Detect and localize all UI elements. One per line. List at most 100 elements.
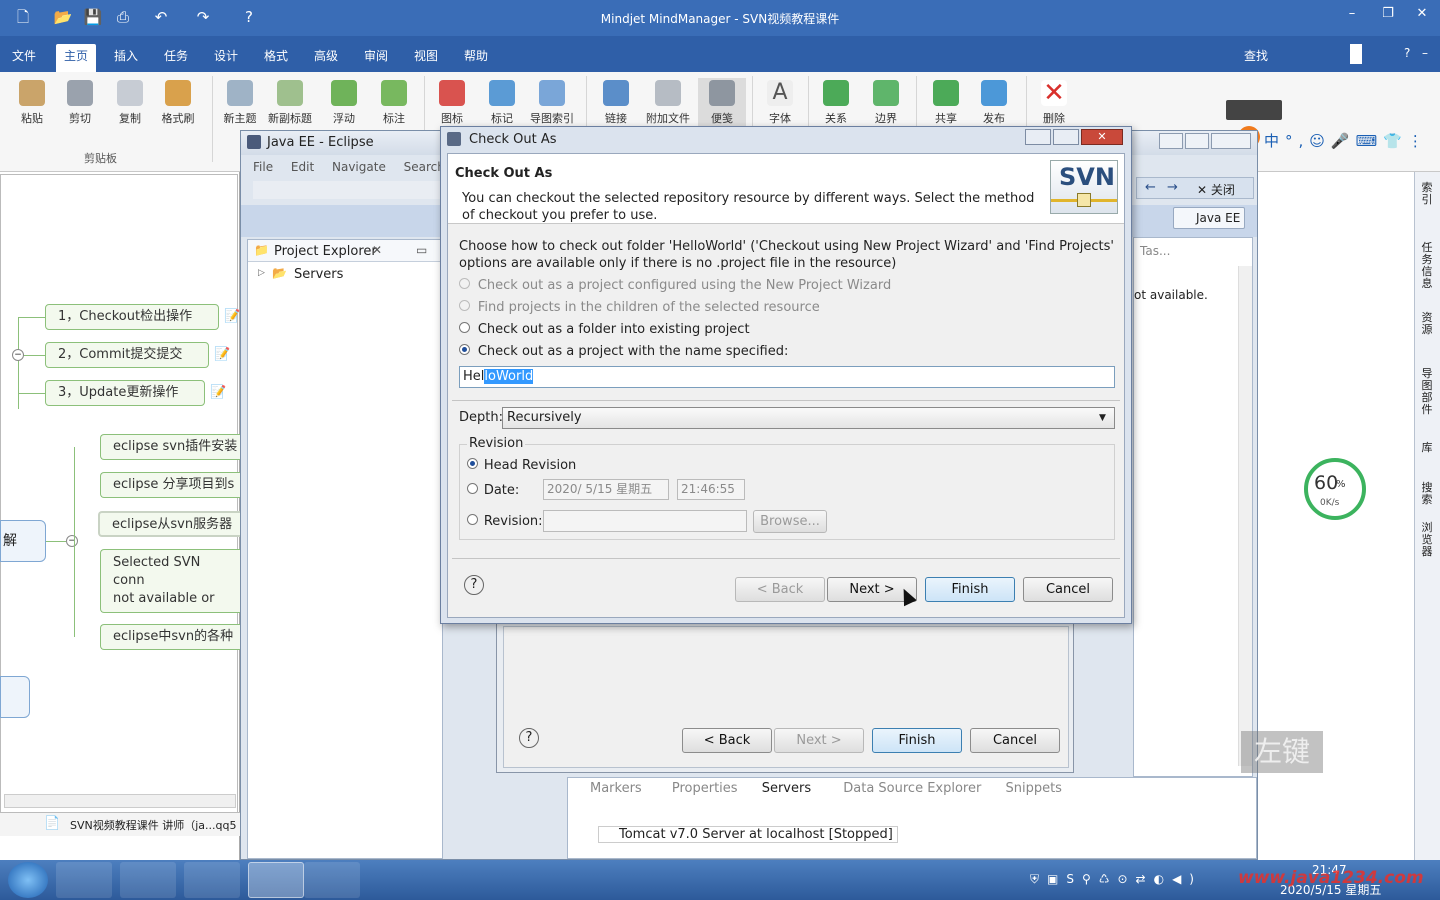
help-icon[interactable]: ?	[1404, 46, 1410, 60]
mindmap-node[interactable]: 2，Commit提交提交	[45, 342, 209, 368]
tab-help[interactable]: 帮助	[456, 44, 496, 72]
option-project-with-name[interactable]: Check out as a project with the name spe…	[459, 344, 788, 359]
layout-icon[interactable]	[1350, 44, 1362, 64]
restore-icon[interactable]: ❐	[1374, 4, 1402, 24]
menu-edit[interactable]: Edit	[291, 160, 314, 174]
menu-file[interactable]: File	[253, 160, 273, 174]
callout-button[interactable]: 标注	[370, 78, 418, 136]
note-icon[interactable]: 📝	[214, 347, 230, 362]
server-entry[interactable]: Tomcat v7.0 Server at localhost [Stopped…	[598, 826, 898, 843]
ime-toolbar[interactable]	[1226, 100, 1282, 120]
menu-search[interactable]: Search	[404, 160, 445, 174]
close-view-button[interactable]: ✕ 关闭	[1197, 181, 1235, 198]
cut-button[interactable]: 剪切	[56, 78, 104, 136]
date-picker[interactable]: 2020/ 5/15 星期五	[543, 479, 669, 500]
help-icon[interactable]: ?	[464, 575, 484, 595]
tab-advanced[interactable]: 高级	[306, 44, 346, 72]
network-widget[interactable]: 60% 0K/s	[1304, 458, 1366, 520]
back-button[interactable]: < Back	[682, 728, 772, 753]
minimize-icon[interactable]	[1159, 133, 1183, 149]
mindmap-node[interactable]: eclipse 分享项目到s	[100, 472, 240, 498]
tab-snippets[interactable]: Snippets	[1005, 781, 1061, 796]
time-picker[interactable]: 21:46:55	[677, 479, 745, 500]
collapse-icon[interactable]: −	[66, 535, 78, 547]
mindmap-node[interactable]: eclipse svn插件安装	[100, 434, 240, 460]
tab-properties[interactable]: Properties	[672, 781, 738, 796]
tab-home[interactable]: 主页	[56, 44, 97, 72]
next-button[interactable]: Next >	[774, 728, 864, 753]
option-new-project-wizard[interactable]: Check out as a project configured using …	[459, 278, 891, 293]
taskbar-app-photos[interactable]	[56, 862, 112, 898]
mindmap-node[interactable]: eclipse中svn的各种	[100, 624, 240, 650]
tree-item[interactable]: Servers	[294, 267, 343, 282]
tab-view[interactable]: 视图	[406, 44, 446, 72]
note-icon[interactable]: 📝	[210, 385, 226, 400]
radio-button[interactable]	[467, 483, 478, 494]
cancel-button[interactable]: Cancel	[970, 728, 1060, 753]
side-tab-task[interactable]: 任务信息	[1419, 242, 1435, 290]
close-icon[interactable]: ✕	[1081, 129, 1123, 145]
side-tab-search[interactable]: 搜索	[1419, 482, 1435, 506]
head-revision-option[interactable]: Head Revision	[467, 458, 576, 473]
format-painter-button[interactable]: 格式刷	[154, 78, 202, 136]
copy-button[interactable]: 复制	[106, 78, 154, 136]
taskbar-app-mindmanager[interactable]	[120, 862, 176, 898]
mindmap-node-selected[interactable]: eclipse从svn服务器	[98, 511, 240, 537]
close-icon[interactable]: ✕	[372, 243, 382, 257]
expand-icon[interactable]: ▷	[258, 268, 265, 278]
new-topic-button[interactable]: 新主题	[216, 78, 264, 136]
view-tab[interactable]: 📁 Project Explorer ✕ ▭	[248, 240, 442, 262]
help-icon[interactable]: ?	[519, 728, 539, 748]
finish-button[interactable]: Finish	[872, 728, 962, 753]
floating-button[interactable]: 浮动	[320, 78, 368, 136]
radio-button[interactable]	[459, 344, 470, 355]
menu-navigate[interactable]: Navigate	[332, 160, 386, 174]
tasks-tab[interactable]: Tas...	[1140, 244, 1170, 258]
side-tab-resources[interactable]: 资源	[1419, 312, 1435, 336]
side-tab-browser[interactable]: 浏览器	[1419, 522, 1435, 558]
topic-box[interactable]	[0, 676, 30, 718]
radio-button[interactable]	[467, 514, 478, 525]
mindmap-node[interactable]: 1，Checkout检出操作	[45, 304, 219, 330]
taskbar-app-chrome[interactable]	[184, 862, 240, 898]
project-name-input[interactable]: HelloWorld	[459, 366, 1115, 388]
ime-icons[interactable]: 中°,☺🎤⌨👕⋮	[1264, 130, 1429, 151]
tab-review[interactable]: 审阅	[356, 44, 396, 72]
paste-button[interactable]: 粘贴	[8, 78, 56, 136]
finish-button[interactable]: Finish	[925, 577, 1015, 602]
arrow-left-icon[interactable]: ←	[1145, 180, 1156, 195]
radio-button[interactable]	[459, 322, 470, 333]
tab-file[interactable]: 文件	[4, 44, 44, 72]
side-tab-map-parts[interactable]: 导图部件	[1419, 368, 1435, 416]
tab-format[interactable]: 格式	[256, 44, 296, 72]
horizontal-scrollbar[interactable]	[4, 794, 236, 808]
maximize-icon[interactable]	[1185, 133, 1209, 149]
back-button[interactable]: < Back	[735, 577, 825, 602]
minimize-icon[interactable]	[1025, 129, 1051, 145]
side-tab-index[interactable]: 索引	[1419, 182, 1435, 206]
date-option[interactable]: Date:	[467, 483, 519, 498]
mindmap-node[interactable]: Selected SVN conn not available or ca 处理	[100, 549, 240, 613]
document-tab[interactable]: SVN视频教程课件 讲师（ja...qq5	[70, 817, 236, 833]
pin-icon[interactable]: –	[1422, 46, 1428, 60]
option-find-projects[interactable]: Find projects in the children of the sel…	[459, 300, 820, 315]
perspective-java-ee[interactable]: Java EE	[1173, 207, 1245, 229]
tab-design[interactable]: 设计	[206, 44, 246, 72]
radio-button[interactable]	[467, 458, 478, 469]
revision-input[interactable]	[543, 510, 747, 532]
minimize-icon[interactable]: ▭	[416, 243, 427, 257]
central-topic[interactable]: 解	[0, 520, 46, 562]
mindmap-node[interactable]: 3，Update更新操作	[45, 380, 205, 406]
close-icon[interactable]	[1211, 133, 1251, 149]
search-label[interactable]: 查找	[1236, 44, 1276, 72]
close-icon[interactable]: ✕	[1408, 4, 1436, 24]
tab-servers[interactable]: Servers	[762, 781, 811, 796]
taskbar-app-explorer[interactable]	[304, 862, 360, 898]
note-icon[interactable]: 📝	[224, 309, 240, 324]
taskbar-app-eclipse[interactable]	[248, 862, 304, 898]
depth-select[interactable]: Recursively ▼	[502, 407, 1115, 429]
option-folder-into-project[interactable]: Check out as a folder into existing proj…	[459, 322, 750, 337]
new-subtopic-button[interactable]: 新副标题	[266, 78, 314, 136]
eclipse-toolbar[interactable]	[253, 181, 441, 199]
vertical-scrollbar[interactable]	[1238, 266, 1252, 766]
